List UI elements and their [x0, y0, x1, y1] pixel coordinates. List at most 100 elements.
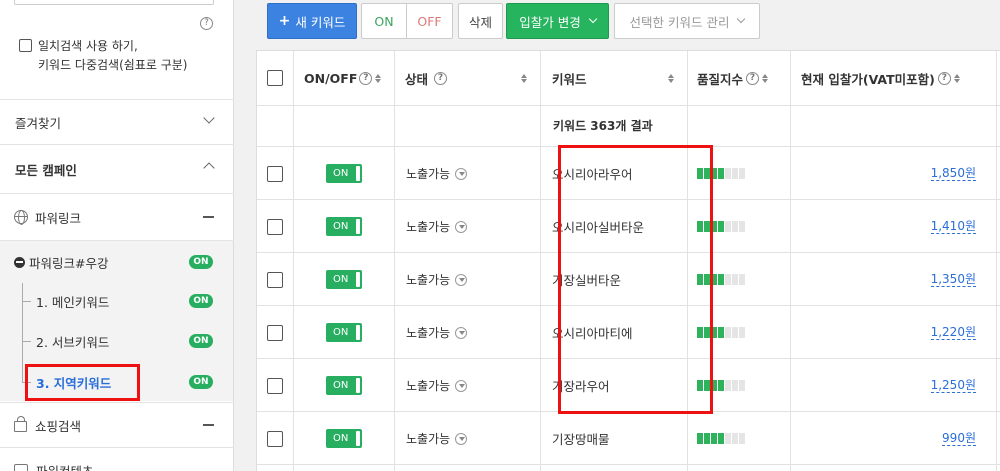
quality-segment: [725, 168, 731, 179]
sidebar-item-campaign[interactable]: 파워링크#우강 ON: [0, 243, 233, 281]
shopping-label: 쇼핑검색: [35, 418, 82, 434]
minus-circle-icon[interactable]: [14, 256, 25, 268]
help-icon[interactable]: ?: [434, 71, 448, 85]
all-campaigns-section[interactable]: 모든 캠페인: [0, 145, 233, 193]
row-select-cell: [267, 147, 283, 200]
group-label: 2. 서브키워드: [36, 334, 110, 350]
bid-change-button[interactable]: 입찰가 변경: [506, 3, 609, 39]
quality-segment: [739, 380, 745, 391]
quality-segment: [732, 221, 738, 232]
sort-icon[interactable]: [521, 73, 527, 83]
manage-selected-dropdown[interactable]: 선택한 키워드 관리: [614, 3, 760, 39]
help-icon[interactable]: ?: [200, 17, 213, 30]
quality-segment: [725, 274, 731, 285]
status-dropdown-icon[interactable]: [455, 273, 468, 286]
quality-segment: [718, 327, 724, 338]
highlight-annotation: [558, 145, 713, 414]
help-icon[interactable]: ?: [359, 71, 373, 85]
row-checkbox[interactable]: [267, 324, 283, 341]
collapse-icon[interactable]: [203, 424, 214, 426]
sidebar-item-powerlink[interactable]: 파워링크: [0, 194, 233, 240]
manage-selected-label: 선택한 키워드 관리: [629, 14, 730, 30]
header-bid[interactable]: 현재 입찰가(VAT미포함) ?: [801, 51, 996, 105]
sidebar-item-powercontents[interactable]: 파워컨텐츠: [0, 456, 233, 471]
quality-segment: [697, 433, 703, 444]
select-all-checkbox[interactable]: [267, 70, 283, 86]
content-icon: [14, 464, 28, 471]
header-quality-label: 품질지수: [697, 71, 744, 87]
column-divider: [996, 51, 997, 471]
on-off-toggle[interactable]: ON: [326, 429, 362, 448]
on-off-toggle[interactable]: ON: [326, 164, 362, 183]
favorites-section[interactable]: 즐겨찾기: [0, 100, 233, 144]
column-divider: [293, 51, 294, 471]
quality-segment: [732, 327, 738, 338]
delete-button[interactable]: 삭제: [458, 3, 503, 39]
status-dropdown-icon[interactable]: [455, 432, 468, 445]
row-checkbox[interactable]: [267, 377, 283, 394]
divider: [0, 447, 234, 448]
status-dropdown-icon[interactable]: [455, 326, 468, 339]
status-cell: 노출가능: [406, 306, 468, 359]
bid-link[interactable]: 1,850원: [930, 166, 976, 181]
keyword-text[interactable]: 기장땅매물: [552, 429, 610, 448]
on-off-toggle[interactable]: ON: [326, 376, 362, 395]
on-label: ON: [374, 13, 394, 29]
sort-icon[interactable]: [762, 73, 769, 83]
header-keyword[interactable]: 키워드: [552, 51, 682, 105]
row-divider: [257, 105, 1000, 106]
chevron-down-icon: [588, 14, 597, 24]
off-button[interactable]: OFF: [406, 3, 453, 39]
status-text: 노출가능: [406, 432, 451, 446]
sort-icon[interactable]: [953, 73, 960, 83]
sidebar: ? 일치검색 사용 하기, 키워드 다중검색(쉼표로 구분) 즐겨찾기 모든 캠…: [0, 0, 234, 471]
on-button[interactable]: ON: [361, 3, 407, 39]
quality-segment: [725, 327, 731, 338]
header-onoff-label: ON/OFF: [304, 70, 358, 86]
header-onoff[interactable]: ON/OFF ?: [304, 51, 382, 105]
bid-cell: 1,850원: [791, 147, 996, 200]
quality-segment: [739, 433, 745, 444]
sidebar-item-shopping[interactable]: 쇼핑검색: [0, 403, 233, 447]
bid-change-label: 입찰가 변경: [519, 14, 581, 30]
bid-link[interactable]: 1,350원: [930, 272, 976, 287]
status-dropdown-icon[interactable]: [455, 379, 468, 392]
help-icon[interactable]: ?: [746, 71, 760, 85]
row-checkbox[interactable]: [267, 165, 283, 182]
group-label: 1. 메인키워드: [36, 294, 110, 310]
on-off-toggle[interactable]: ON: [326, 270, 362, 289]
header-status[interactable]: 상태 ?: [405, 51, 535, 105]
quality-segment: [732, 380, 738, 391]
header-quality[interactable]: 품질지수 ?: [697, 51, 769, 105]
bid-link[interactable]: 1,410원: [930, 219, 976, 234]
row-checkbox[interactable]: [267, 271, 283, 288]
on-off-toggle[interactable]: ON: [326, 323, 362, 342]
bid-link[interactable]: 1,250원: [930, 378, 976, 393]
sort-icon[interactable]: [375, 73, 382, 83]
group-status-badge: ON: [189, 294, 213, 308]
quality-segment: [718, 380, 724, 391]
keyword-search-input[interactable]: [14, 0, 214, 5]
row-checkbox[interactable]: [267, 218, 283, 235]
sidebar-item-group[interactable]: 1. 메인키워드 ON: [0, 282, 233, 320]
bid-link[interactable]: 1,220원: [930, 325, 976, 340]
help-icon[interactable]: ?: [937, 71, 951, 85]
quality-segment: [739, 221, 745, 232]
chevron-down-icon: [737, 14, 746, 24]
collapse-icon[interactable]: [203, 216, 214, 218]
status-dropdown-icon[interactable]: [455, 167, 468, 180]
highlight-annotation: [25, 364, 140, 401]
status-dropdown-icon[interactable]: [455, 220, 468, 233]
chevron-down-icon: [203, 112, 215, 124]
status-text: 노출가능: [406, 220, 451, 234]
header-bid-label: 현재 입찰가(VAT미포함): [801, 71, 935, 87]
sidebar-item-group[interactable]: 2. 서브키워드 ON: [0, 322, 233, 360]
toggle-cell: ON: [326, 200, 362, 253]
on-off-toggle[interactable]: ON: [326, 217, 362, 236]
bid-link[interactable]: 990원: [942, 431, 976, 446]
sort-icon[interactable]: [668, 73, 674, 83]
new-keyword-button[interactable]: + 새 키워드: [267, 3, 357, 39]
exact-search-checkbox[interactable]: [19, 39, 32, 52]
keyword-table: ON/OFF ? 상태 ? 키워드 품질지수 ? 현재 입찰가(VAT미포함) …: [256, 50, 1000, 471]
row-checkbox[interactable]: [267, 430, 283, 447]
